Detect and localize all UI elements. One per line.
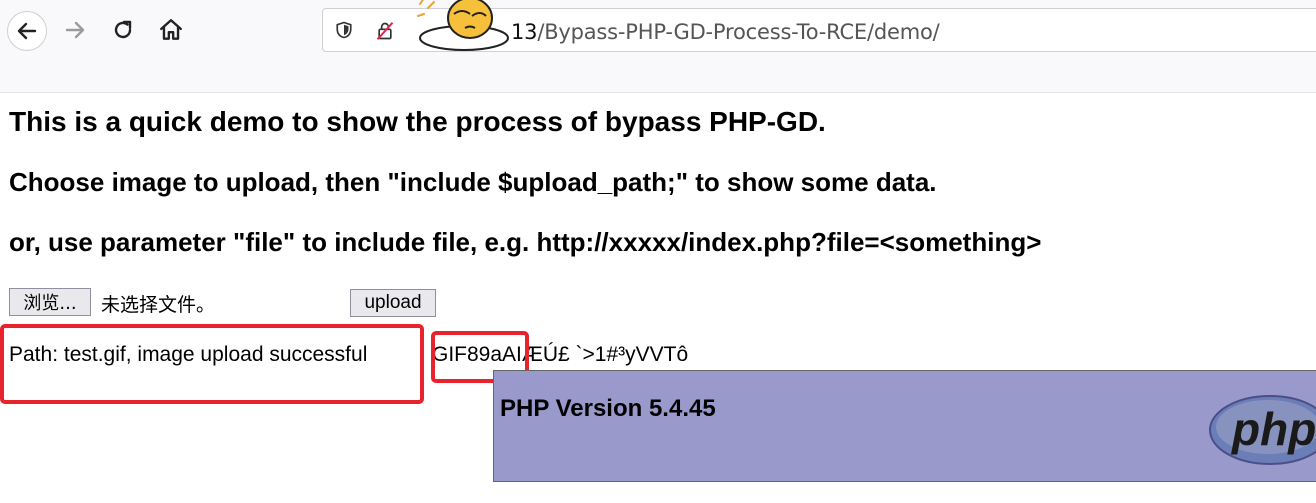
reload-button[interactable] bbox=[104, 11, 142, 49]
page-heading-file-parameter: or, use parameter "file" to include file… bbox=[9, 227, 1042, 257]
reload-icon bbox=[114, 20, 132, 39]
page-content: This is a quick demo to show the process… bbox=[0, 93, 1316, 503]
egg-mascot-sticker bbox=[417, 0, 509, 51]
forward-button[interactable] bbox=[56, 11, 94, 49]
forward-arrow-icon bbox=[65, 21, 85, 39]
browser-toolbar: 13/Bypass-PHP-GD-Process-To-RCE/demo/ bbox=[0, 0, 1316, 93]
url-text[interactable]: 13/Bypass-PHP-GD-Process-To-RCE/demo/ bbox=[511, 20, 940, 44]
php-logo-text: php bbox=[1230, 403, 1316, 455]
back-button[interactable] bbox=[7, 11, 47, 51]
browse-file-button[interactable]: 浏览... bbox=[9, 288, 91, 316]
back-arrow-icon bbox=[17, 22, 37, 40]
url-path: /Bypass-PHP-GD-Process-To-RCE/demo/ bbox=[537, 20, 940, 44]
home-icon bbox=[160, 19, 182, 40]
home-button[interactable] bbox=[152, 11, 190, 49]
tracking-protection-shield-icon[interactable] bbox=[335, 21, 353, 44]
insecure-connection-icon[interactable] bbox=[375, 20, 395, 47]
phpinfo-header-panel: PHP Version 5.4.45 php bbox=[493, 370, 1316, 482]
page-heading-instructions: Choose image to upload, then "include $u… bbox=[9, 167, 937, 197]
php-version-title: PHP Version 5.4.45 bbox=[500, 395, 716, 422]
page-heading-demo: This is a quick demo to show the process… bbox=[9, 106, 826, 137]
highlight-box-path bbox=[0, 324, 424, 404]
no-file-selected-label: 未选择文件。 bbox=[101, 294, 216, 316]
php-logo-icon: php bbox=[1209, 395, 1316, 465]
upload-button[interactable]: upload bbox=[350, 289, 436, 317]
